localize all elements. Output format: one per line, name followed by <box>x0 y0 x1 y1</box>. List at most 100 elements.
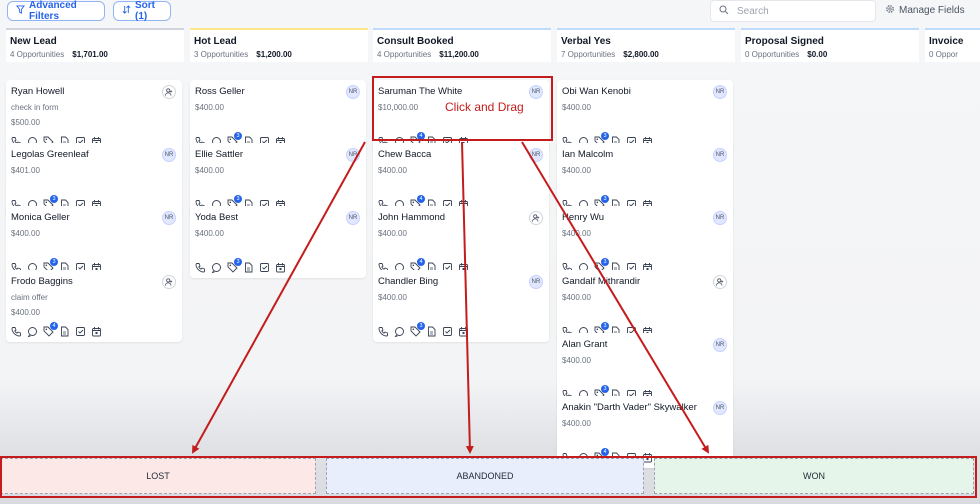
column-total: $0.00 <box>807 50 828 59</box>
document-icon[interactable] <box>426 326 437 337</box>
document-icon[interactable] <box>243 262 254 273</box>
task-check-icon[interactable] <box>442 326 453 337</box>
column-title: Hot Lead <box>194 36 237 47</box>
column-meta: 3 Opportunities $1,200.00 <box>194 50 364 59</box>
card-amount: $400.00 <box>195 103 224 112</box>
search-input[interactable]: Search <box>710 0 876 22</box>
column-header: Verbal Yes 7 Opportunities $2,800.00 <box>557 28 735 62</box>
tag-count-badge: 3 <box>601 132 609 140</box>
pipeline-column: Proposal Signed 0 Opportunities $0.00 <box>741 28 919 62</box>
owner-avatar[interactable]: NR <box>529 275 543 289</box>
owner-avatar[interactable]: NR <box>713 148 727 162</box>
search-placeholder: Search <box>737 5 769 17</box>
opportunity-card[interactable]: Legolas Greenleaf $401.00 NR 3 <box>6 143 182 215</box>
message-icon[interactable] <box>27 326 38 337</box>
card-contact-name: Anakin "Darth Vader" Skywalker <box>562 402 697 413</box>
column-title: Proposal Signed <box>745 36 824 47</box>
message-icon[interactable] <box>211 262 222 273</box>
phone-icon[interactable] <box>378 326 389 337</box>
owner-avatar[interactable]: NR <box>346 85 360 99</box>
calendar-icon[interactable] <box>91 326 102 337</box>
card-amount: $401.00 <box>11 166 40 175</box>
assign-user-icon[interactable] <box>529 211 543 225</box>
assign-user-icon[interactable] <box>162 275 176 289</box>
opportunity-card[interactable]: Ross Geller $400.00 NR 3 <box>190 80 366 152</box>
opportunity-card[interactable]: Frodo Baggins claim offer $400.00 4 <box>6 270 182 342</box>
column-title: Invoice <box>929 36 964 47</box>
calendar-icon[interactable] <box>275 262 286 273</box>
search-icon <box>719 5 729 18</box>
card-contact-name: Chew Bacca <box>378 149 432 160</box>
owner-avatar[interactable]: NR <box>346 148 360 162</box>
opportunity-card[interactable]: Chandler Bing $400.00 NR 3 <box>373 270 549 342</box>
card-contact-name: Ryan Howell <box>11 86 65 97</box>
owner-avatar[interactable]: NR <box>162 211 176 225</box>
tag-icon[interactable]: 3 <box>410 322 425 337</box>
opportunity-card[interactable]: Ryan Howell check in form $500.00 <box>6 80 182 152</box>
opportunity-card[interactable]: Obi Wan Kenobi $400.00 NR 3 <box>557 80 733 152</box>
opportunity-card[interactable]: John Hammond $400.00 4 <box>373 206 549 278</box>
pipeline-column: Verbal Yes 7 Opportunities $2,800.00 <box>557 28 735 62</box>
sort-icon <box>122 5 131 17</box>
tag-count-badge: 3 <box>417 322 425 330</box>
card-amount: $400.00 <box>378 293 407 302</box>
column-total: $1,200.00 <box>256 50 292 59</box>
card-contact-name: Obi Wan Kenobi <box>562 86 631 97</box>
manage-fields-button[interactable]: Manage Fields <box>885 4 965 17</box>
pipeline-column: Hot Lead 3 Opportunities $1,200.00 <box>190 28 368 62</box>
owner-avatar[interactable]: NR <box>713 338 727 352</box>
tag-count-badge: 3 <box>50 258 58 266</box>
column-meta: 0 Opportunities $0.00 <box>745 50 915 59</box>
card-contact-name: Yoda Best <box>195 212 238 223</box>
opportunity-card[interactable]: Ian Malcolm $400.00 NR 3 <box>557 143 733 215</box>
column-total: $11,200.00 <box>439 50 479 59</box>
phone-icon[interactable] <box>11 326 22 337</box>
tag-count-badge: 3 <box>601 322 609 330</box>
card-contact-name: Legolas Greenleaf <box>11 149 89 160</box>
owner-avatar[interactable]: NR <box>713 85 727 99</box>
card-contact-name: Chandler Bing <box>378 276 439 287</box>
assign-user-icon[interactable] <box>162 85 176 99</box>
card-amount: $400.00 <box>11 229 40 238</box>
card-amount: $400.00 <box>562 419 591 428</box>
opportunity-card[interactable]: Ellie Sattler $400.00 NR 3 <box>190 143 366 215</box>
manage-fields-label: Manage Fields <box>899 5 965 16</box>
sort-button[interactable]: Sort (1) <box>113 0 171 22</box>
opportunity-card[interactable]: Yoda Best $400.00 NR 3 <box>190 206 366 278</box>
assign-user-icon[interactable] <box>713 275 727 289</box>
task-check-icon[interactable] <box>75 326 86 337</box>
tag-icon[interactable]: 4 <box>43 322 58 337</box>
owner-avatar[interactable]: NR <box>529 148 543 162</box>
card-amount: $400.00 <box>562 103 591 112</box>
task-check-icon[interactable] <box>259 262 270 273</box>
tag-count-badge: 4 <box>417 258 425 266</box>
owner-avatar[interactable]: NR <box>713 211 727 225</box>
owner-avatar[interactable]: NR <box>713 401 727 415</box>
card-contact-name: Gandalf Mithrandir <box>562 276 641 287</box>
owner-avatar[interactable]: NR <box>162 148 176 162</box>
opportunity-count: 0 Oppor <box>929 50 958 59</box>
card-contact-name: Frodo Baggins <box>11 276 73 287</box>
opportunity-card[interactable]: Alan Grant $400.00 NR 3 <box>557 333 733 405</box>
tag-count-badge: 3 <box>50 195 58 203</box>
opportunity-card[interactable]: Henry Wu $400.00 NR 3 <box>557 206 733 278</box>
click-and-drag-annotation: Click and Drag <box>445 100 524 114</box>
pipeline-board: Advanced Filters Sort (1) Search Manage … <box>0 0 980 504</box>
owner-avatar[interactable]: NR <box>346 211 360 225</box>
calendar-icon[interactable] <box>458 326 469 337</box>
phone-icon[interactable] <box>195 262 206 273</box>
advanced-filters-button[interactable]: Advanced Filters <box>7 0 105 22</box>
column-header: Consult Booked 4 Opportunities $11,200.00 <box>373 28 551 62</box>
document-icon[interactable] <box>59 326 70 337</box>
tag-icon[interactable]: 3 <box>227 258 242 273</box>
opportunity-card[interactable]: Chew Bacca $400.00 NR 4 <box>373 143 549 215</box>
column-header: Hot Lead 3 Opportunities $1,200.00 <box>190 28 368 62</box>
opportunity-card[interactable]: Monica Geller $400.00 NR 3 <box>6 206 182 278</box>
column-header: New Lead 4 Opportunities $1,701.00 <box>6 28 184 62</box>
card-contact-name: Henry Wu <box>562 212 605 223</box>
tag-count-badge: 3 <box>234 195 242 203</box>
opportunity-card[interactable]: Gandalf Mithrandir $400.00 3 <box>557 270 733 342</box>
tag-count-badge: 3 <box>601 258 609 266</box>
opportunity-count: 7 Opportunities <box>561 50 616 59</box>
message-icon[interactable] <box>394 326 405 337</box>
